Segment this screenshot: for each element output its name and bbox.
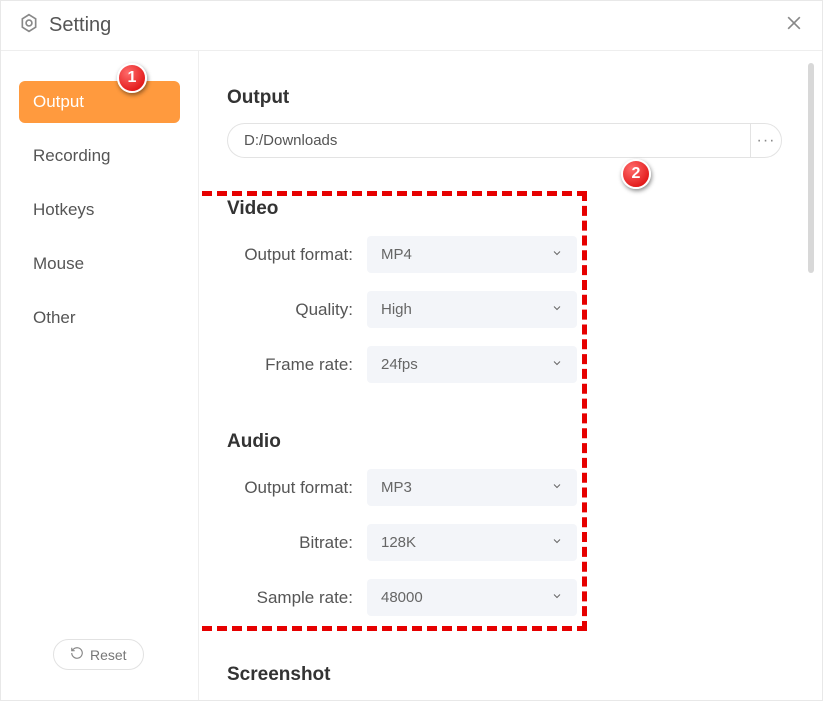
ellipsis-icon: ···: [757, 132, 776, 150]
select-value: MP4: [381, 246, 412, 263]
select-video-format[interactable]: MP4: [367, 236, 577, 273]
chevron-down-icon: [551, 534, 563, 551]
dialog-title: Setting: [49, 14, 111, 37]
select-value: MP3: [381, 479, 412, 496]
label-quality: Quality:: [227, 300, 367, 320]
header: Setting: [1, 1, 822, 51]
chevron-down-icon: [551, 301, 563, 318]
label-framerate: Frame rate:: [227, 355, 367, 375]
select-value: 128K: [381, 534, 416, 551]
sidebar-item-hotkeys[interactable]: Hotkeys: [19, 189, 180, 231]
sidebar-item-label: Output: [33, 92, 84, 111]
scrollbar[interactable]: [808, 63, 814, 273]
select-quality[interactable]: High: [367, 291, 577, 328]
label-audio-format: Output format:: [227, 478, 367, 498]
chevron-down-icon: [551, 589, 563, 606]
sidebar-item-label: Mouse: [33, 254, 84, 273]
select-value: High: [381, 301, 412, 318]
select-framerate[interactable]: 24fps: [367, 346, 577, 383]
label-samplerate: Sample rate:: [227, 588, 367, 608]
annotation-marker-1: 1: [117, 63, 147, 93]
reset-label: Reset: [90, 647, 127, 663]
section-video-title: Video: [227, 198, 782, 220]
main-panel: Output ··· Video Output format: MP4 Qual…: [199, 51, 822, 700]
sidebar-item-label: Other: [33, 308, 76, 327]
close-icon[interactable]: [784, 13, 804, 38]
sidebar: Output Recording Hotkeys Mouse Other Res…: [1, 51, 199, 700]
section-output-title: Output: [227, 87, 782, 109]
select-audio-format[interactable]: MP3: [367, 469, 577, 506]
label-video-format: Output format:: [227, 245, 367, 265]
gear-icon: [19, 13, 39, 38]
sidebar-item-other[interactable]: Other: [19, 297, 180, 339]
chevron-down-icon: [551, 356, 563, 373]
section-screenshot-title: Screenshot: [227, 664, 782, 686]
sidebar-item-label: Recording: [33, 146, 111, 165]
annotation-marker-2: 2: [621, 159, 651, 189]
select-value: 24fps: [381, 356, 418, 373]
sidebar-item-output[interactable]: Output: [19, 81, 180, 123]
select-samplerate[interactable]: 48000: [367, 579, 577, 616]
chevron-down-icon: [551, 479, 563, 496]
browse-button[interactable]: ···: [750, 123, 782, 158]
chevron-down-icon: [551, 246, 563, 263]
refresh-icon: [70, 646, 84, 663]
section-audio-title: Audio: [227, 431, 782, 453]
reset-button[interactable]: Reset: [53, 639, 144, 670]
sidebar-item-label: Hotkeys: [33, 200, 94, 219]
select-value: 48000: [381, 589, 423, 606]
label-bitrate: Bitrate:: [227, 533, 367, 553]
sidebar-item-mouse[interactable]: Mouse: [19, 243, 180, 285]
sidebar-item-recording[interactable]: Recording: [19, 135, 180, 177]
select-bitrate[interactable]: 128K: [367, 524, 577, 561]
output-path-input[interactable]: [227, 123, 750, 158]
